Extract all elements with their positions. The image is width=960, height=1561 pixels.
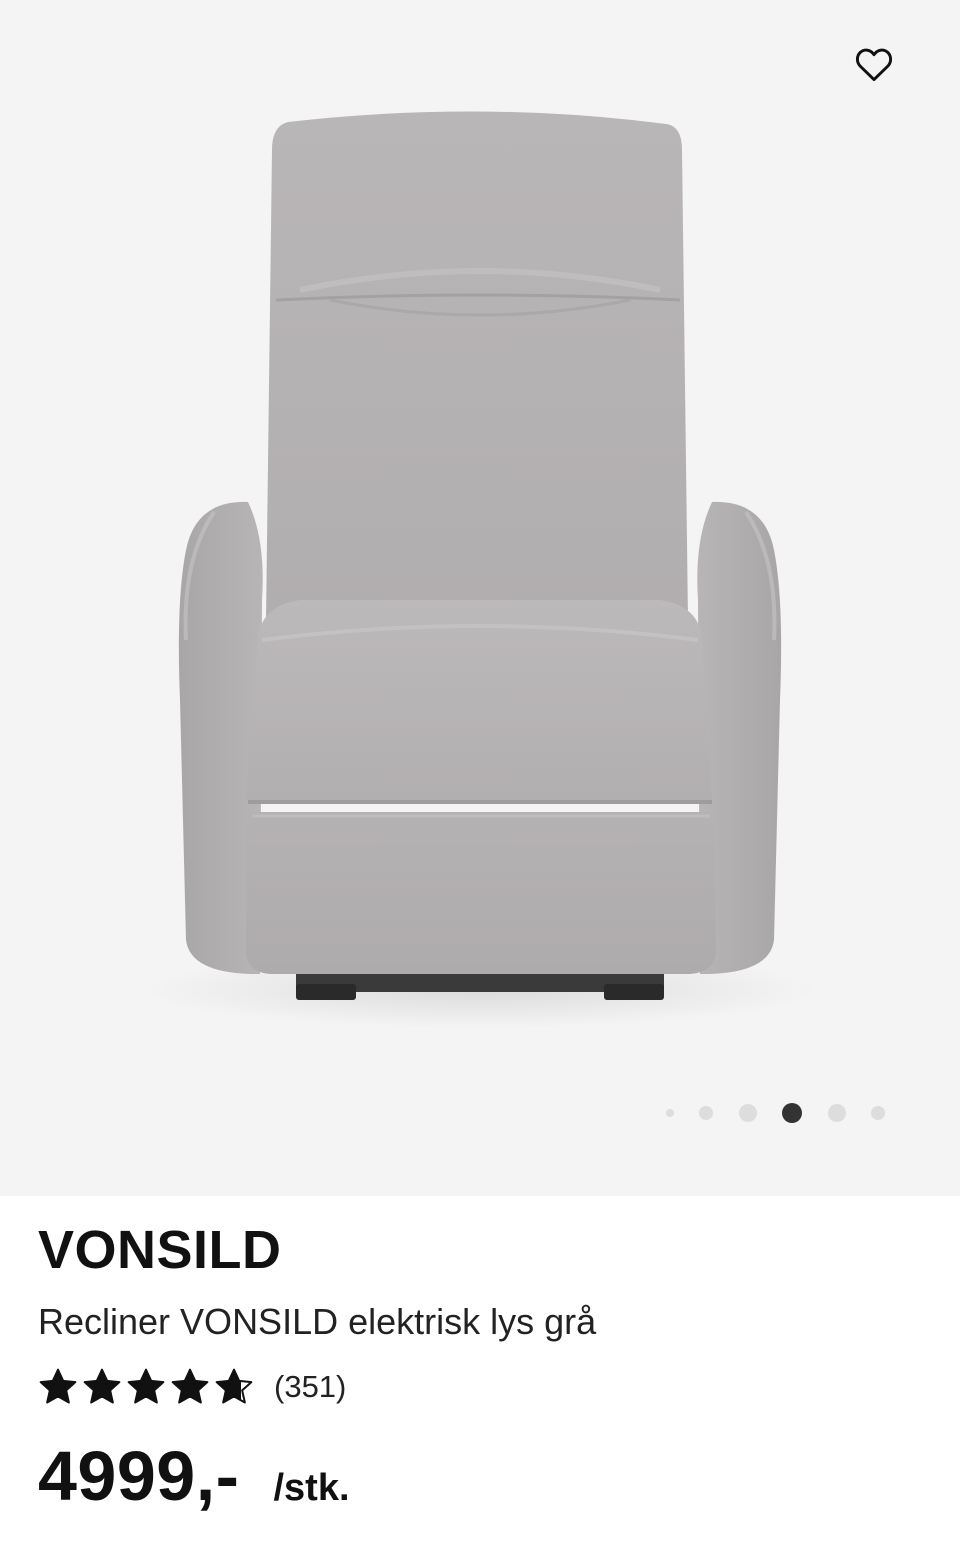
review-count: (351) — [274, 1369, 347, 1404]
pagination-dot[interactable] — [782, 1103, 802, 1123]
product-page: VONSILD Recliner VONSILD elektrisk lys g… — [0, 0, 960, 1561]
price-unit: /stk. — [273, 1467, 350, 1509]
star-icon — [82, 1367, 122, 1407]
star-rating — [38, 1367, 254, 1407]
product-image — [140, 111, 820, 1028]
star-icon — [38, 1367, 78, 1407]
product-description: Recliner VONSILD elektrisk lys grå — [38, 1301, 597, 1342]
pagination-dot[interactable] — [699, 1106, 713, 1120]
price: 4999,- — [38, 1437, 240, 1515]
star-icon — [214, 1367, 254, 1407]
favorite-button[interactable] — [846, 36, 902, 92]
pagination-dot[interactable] — [828, 1104, 846, 1122]
pagination-dot[interactable] — [666, 1109, 674, 1117]
heart-outline-icon — [855, 48, 893, 82]
star-icon — [126, 1367, 166, 1407]
pagination-dot[interactable] — [739, 1104, 757, 1122]
star-icon — [170, 1367, 210, 1407]
product-gallery[interactable] — [0, 0, 960, 1196]
rating[interactable]: (351) — [38, 1362, 346, 1412]
price-row: 4999,- /stk. — [38, 1434, 350, 1518]
image-pagination[interactable] — [0, 1098, 960, 1128]
product-brand: VONSILD — [38, 1220, 282, 1280]
pagination-dot[interactable] — [871, 1106, 885, 1120]
